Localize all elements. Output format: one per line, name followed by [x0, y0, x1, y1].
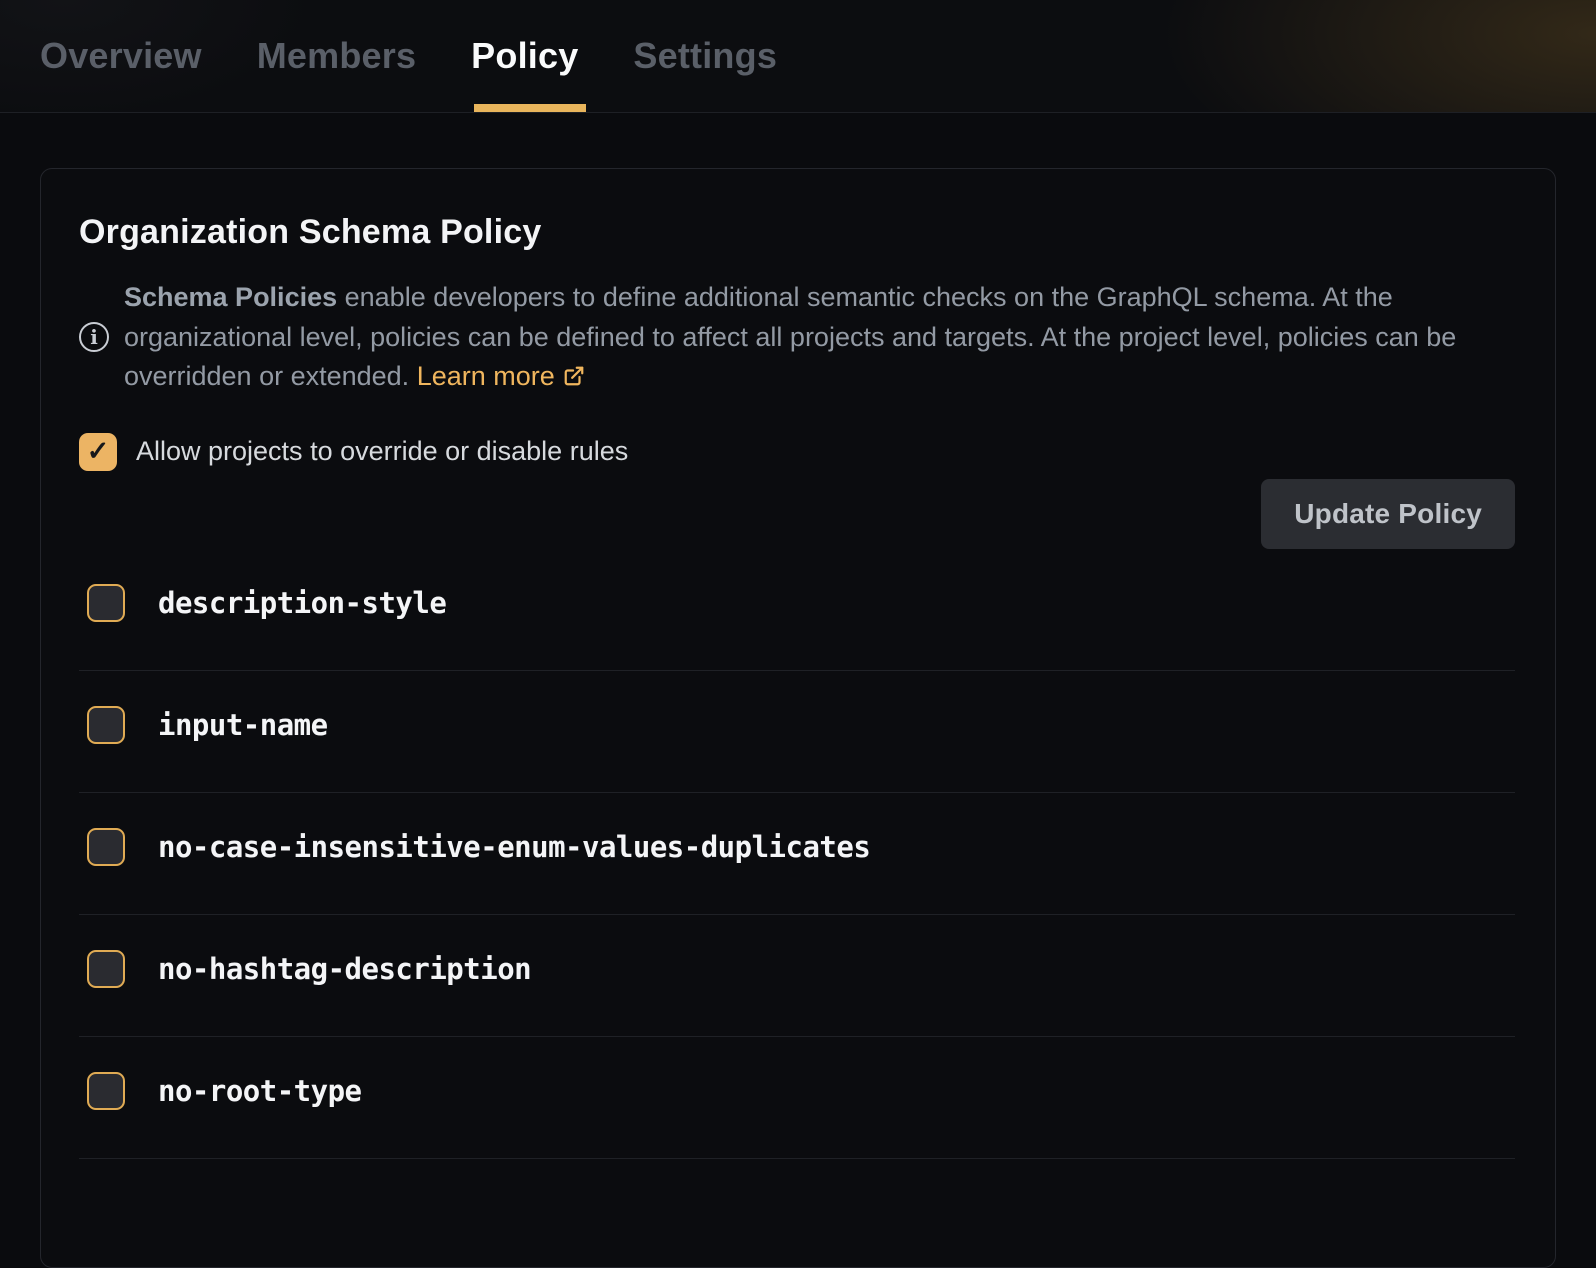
top-tab-bar: Overview Members Policy Settings: [0, 0, 1596, 113]
rule-checkbox[interactable]: [87, 828, 125, 866]
learn-more-link[interactable]: Learn more: [417, 361, 585, 391]
rule-name: no-hashtag-description: [158, 952, 531, 986]
update-policy-button[interactable]: Update Policy: [1261, 479, 1515, 549]
update-policy-row: Update Policy: [79, 479, 1515, 549]
page-title: Organization Schema Policy: [79, 213, 1515, 252]
rule-row: description-style: [79, 549, 1515, 671]
rule-name: no-case-insensitive-enum-values-duplicat…: [158, 830, 870, 864]
tab-overview[interactable]: Overview: [40, 0, 202, 112]
tab-members-label: Members: [257, 35, 416, 77]
info-callout: i Schema Policies enable developers to d…: [79, 278, 1499, 397]
rule-row: no-case-insensitive-enum-values-duplicat…: [79, 793, 1515, 915]
rule-checkbox[interactable]: [87, 706, 125, 744]
rule-checkbox[interactable]: [87, 584, 125, 622]
learn-more-label: Learn more: [417, 361, 555, 391]
rule-row: no-hashtag-description: [79, 915, 1515, 1037]
rule-checkbox[interactable]: [87, 1072, 125, 1110]
tab-members[interactable]: Members: [257, 0, 416, 112]
rule-checkbox[interactable]: [87, 950, 125, 988]
tab-settings-label: Settings: [633, 35, 777, 77]
rule-name: input-name: [158, 708, 328, 742]
check-icon: ✓: [87, 436, 110, 467]
policy-card: Organization Schema Policy i Schema Poli…: [40, 168, 1556, 1268]
rule-name: no-root-type: [158, 1074, 362, 1108]
info-icon: i: [79, 322, 109, 352]
policy-description: Schema Policies enable developers to def…: [124, 278, 1496, 397]
active-tab-indicator: [474, 104, 586, 112]
allow-override-checkbox[interactable]: ✓: [79, 433, 117, 471]
tab-policy-label: Policy: [471, 35, 578, 77]
allow-override-label: Allow projects to override or disable ru…: [136, 436, 628, 467]
rule-row: no-root-type: [79, 1037, 1515, 1159]
rule-row: input-name: [79, 671, 1515, 793]
rule-name: description-style: [158, 586, 446, 620]
page: Overview Members Policy Settings Organiz…: [0, 0, 1596, 1182]
tab-policy[interactable]: Policy: [471, 0, 578, 112]
allow-override-row: ✓ Allow projects to override or disable …: [79, 433, 1515, 471]
external-link-icon: [563, 365, 585, 387]
policy-description-lead: Schema Policies: [124, 282, 337, 312]
tab-settings[interactable]: Settings: [633, 0, 777, 112]
tab-nav: Overview Members Policy Settings: [0, 0, 1596, 112]
rules-list: description-style input-name no-case-ins…: [79, 549, 1515, 1159]
tab-overview-label: Overview: [40, 35, 202, 77]
